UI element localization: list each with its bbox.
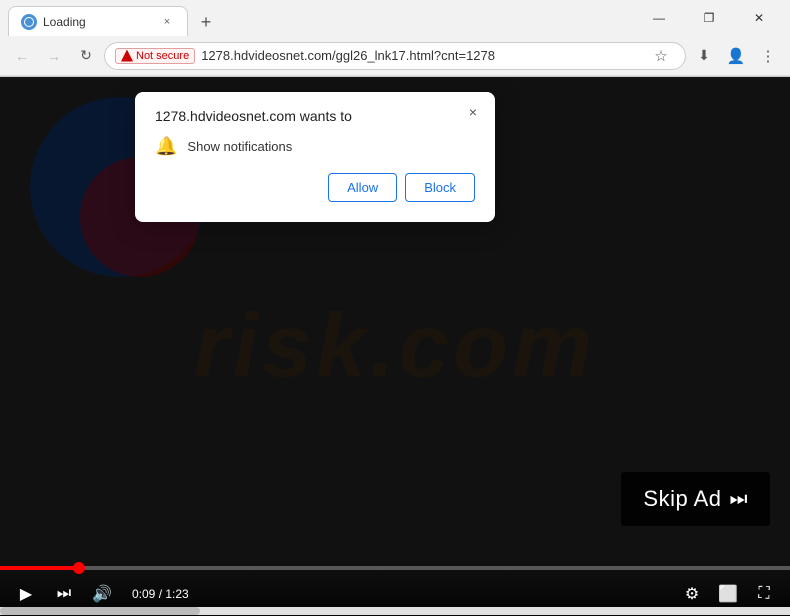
permission-dialog: 1278.hdvideosnet.com wants to × 🔔 Show n… bbox=[135, 92, 495, 222]
progress-filled bbox=[0, 566, 79, 570]
refresh-button[interactable]: ↻ bbox=[72, 42, 100, 70]
right-controls: ⚙ ⬜ ⛶ bbox=[676, 578, 780, 610]
download-button[interactable]: ⬇ bbox=[690, 42, 718, 70]
progress-dot bbox=[73, 562, 85, 574]
security-badge: Not secure bbox=[115, 48, 195, 64]
allow-button[interactable]: Allow bbox=[328, 173, 397, 202]
maximize-button[interactable]: ❐ bbox=[686, 2, 732, 34]
bell-icon: 🔔 bbox=[155, 136, 177, 157]
settings-button[interactable]: ⚙ bbox=[676, 578, 708, 610]
tab-favicon bbox=[21, 14, 37, 30]
scrollbar[interactable] bbox=[0, 607, 790, 615]
tab-close-button[interactable]: × bbox=[159, 14, 175, 30]
menu-button[interactable]: ⋮ bbox=[754, 42, 782, 70]
close-button[interactable]: ✕ bbox=[736, 2, 782, 34]
next-button[interactable]: ⏭ bbox=[48, 578, 80, 610]
new-tab-button[interactable]: + bbox=[192, 8, 220, 36]
profile-button[interactable]: 👤 bbox=[722, 42, 750, 70]
omnibar: ← → ↻ Not secure 1278.hdvideosnet.com/gg… bbox=[0, 36, 790, 76]
address-bar[interactable]: Not secure 1278.hdvideosnet.com/ggl26_ln… bbox=[104, 42, 686, 70]
dialog-permission-row: 🔔 Show notifications bbox=[155, 136, 475, 157]
skip-icon: ⏭ bbox=[730, 488, 749, 511]
title-bar: Loading × + — ❐ ✕ bbox=[0, 0, 790, 36]
skip-ad-label: Skip Ad bbox=[643, 486, 721, 512]
skip-ad-button[interactable]: Skip Ad ⏭ bbox=[621, 472, 770, 526]
scrollbar-thumb[interactable] bbox=[0, 607, 200, 615]
bookmark-icon[interactable]: ☆ bbox=[647, 42, 675, 70]
time-display: 0:09 / 1:23 bbox=[132, 587, 189, 601]
warning-icon bbox=[121, 50, 133, 62]
block-button[interactable]: Block bbox=[405, 173, 475, 202]
progress-bar[interactable] bbox=[0, 566, 790, 570]
dialog-close-button[interactable]: × bbox=[463, 102, 483, 122]
play-button[interactable]: ▶ bbox=[10, 578, 42, 610]
back-button[interactable]: ← bbox=[8, 42, 36, 70]
tab-area: Loading × + bbox=[8, 0, 636, 36]
controls-row: ▶ ⏭ 🔊 0:09 / 1:23 ⚙ ⬜ ⛶ bbox=[0, 578, 790, 610]
fullscreen-button[interactable]: ⛶ bbox=[748, 578, 780, 610]
window-controls: — ❐ ✕ bbox=[636, 2, 782, 34]
forward-button[interactable]: → bbox=[40, 42, 68, 70]
minimize-button[interactable]: — bbox=[636, 2, 682, 34]
active-tab[interactable]: Loading × bbox=[8, 6, 188, 36]
permission-label: Show notifications bbox=[187, 139, 292, 154]
volume-button[interactable]: 🔊 bbox=[86, 578, 118, 610]
video-area: risk.com 1278.hdvideosnet.com wants to ×… bbox=[0, 77, 790, 616]
address-text: 1278.hdvideosnet.com/ggl26_lnk17.html?cn… bbox=[201, 48, 641, 63]
dialog-title: 1278.hdvideosnet.com wants to bbox=[155, 108, 475, 124]
not-secure-label: Not secure bbox=[136, 50, 189, 62]
tab-title: Loading bbox=[43, 15, 153, 29]
watermark: risk.com bbox=[194, 295, 596, 398]
browser-chrome: Loading × + — ❐ ✕ ← → ↻ Not secure 1278.… bbox=[0, 0, 790, 77]
theater-button[interactable]: ⬜ bbox=[712, 578, 744, 610]
dialog-buttons: Allow Block bbox=[155, 173, 475, 202]
